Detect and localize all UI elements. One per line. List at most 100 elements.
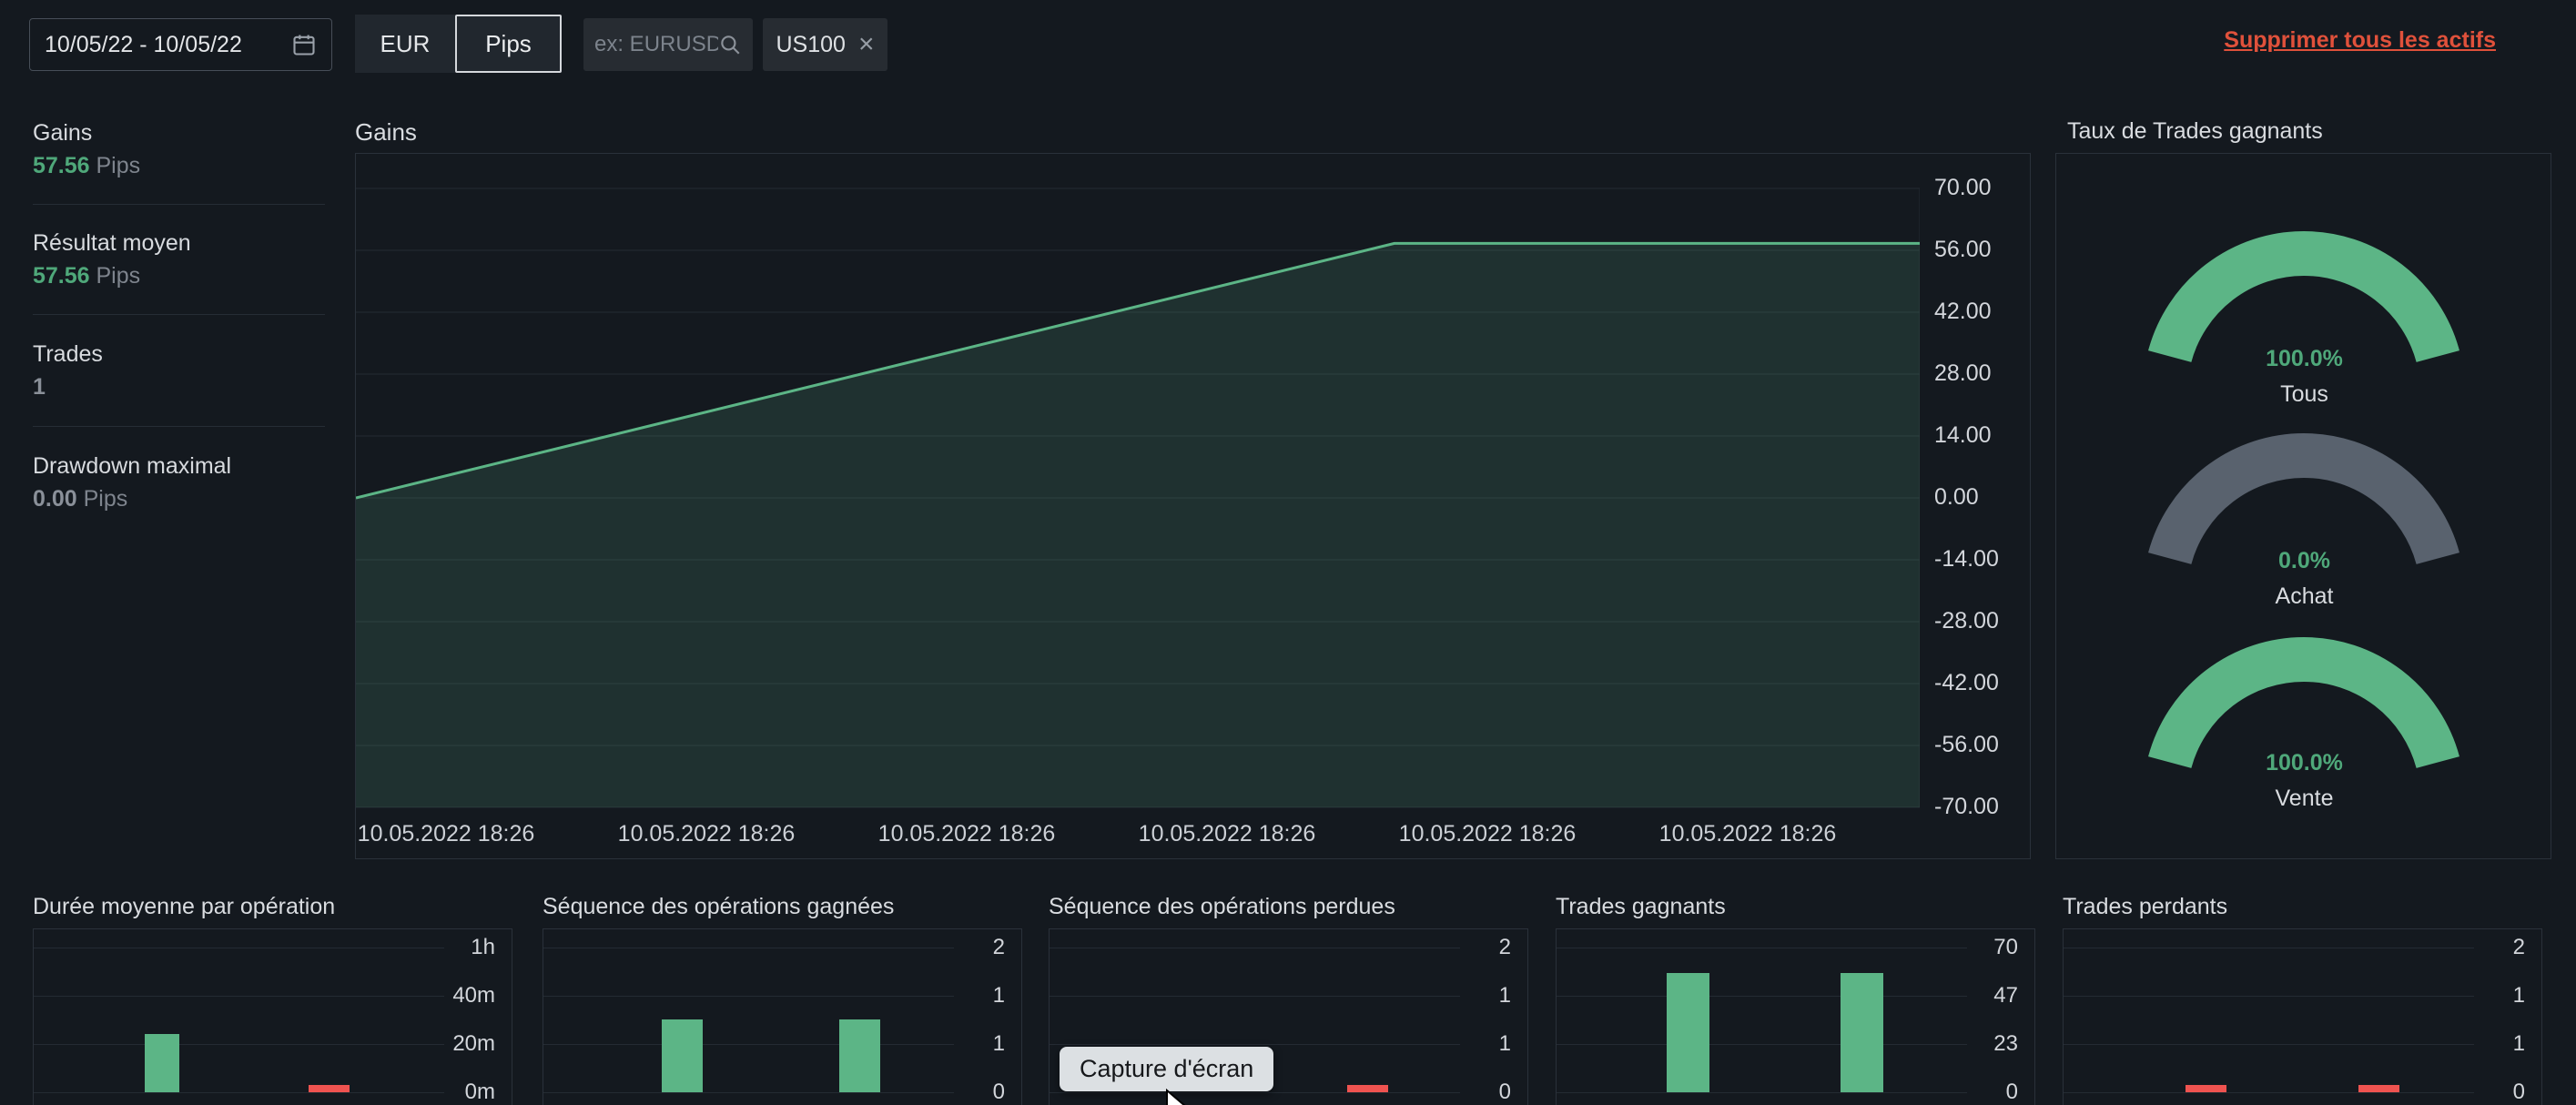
y-axis-tick: 1 [2474, 983, 2525, 1009]
mini-chart-title-winning-trades: Trades gagnants [1556, 894, 1726, 920]
gauge-label-vente: Vente [2056, 786, 2552, 812]
x-axis-tick: 10.05.2022 18:26 [358, 821, 535, 847]
gauge-value-vente: 100.0% [2056, 750, 2552, 776]
capture-tooltip: Capture d'écran [1060, 1047, 1273, 1091]
h-gridline [543, 996, 954, 997]
y-axis-tick: -14.00 [1934, 546, 1999, 573]
h-gridline [543, 1044, 954, 1045]
y-axis-tick: 0 [2474, 1080, 2525, 1105]
bar-red [2186, 1085, 2226, 1092]
y-axis-tick: 0 [1460, 1080, 1511, 1105]
asset-search-input[interactable] [594, 32, 718, 57]
stat-value-number: 1 [33, 374, 46, 400]
bar-green [839, 1019, 880, 1091]
currency-eur-button[interactable]: EUR [355, 15, 455, 73]
h-gridline [1050, 1044, 1460, 1045]
stat-value-unit: Pips [77, 486, 128, 512]
y-axis-tick: 47 [1967, 983, 2018, 1009]
bar-red [309, 1085, 350, 1092]
y-axis-tick: 0m [444, 1080, 495, 1105]
asset-chip-label: US100 [776, 32, 846, 58]
stat-value-number: 0.00 [33, 486, 77, 512]
y-axis-tick: -56.00 [1934, 732, 1999, 758]
x-axis-tick: 10.05.2022 18:26 [878, 821, 1056, 847]
y-axis-tick: 1 [1460, 1031, 1511, 1057]
mini-chart-title-losing-trades: Trades perdants [2063, 894, 2227, 920]
asset-chip-us100[interactable]: US100 × [763, 18, 887, 71]
y-axis-tick: 56.00 [1934, 237, 1992, 263]
winrate-gauges-panel: 100.0% Tous 0.0% Achat 100.0% Vente [2055, 153, 2551, 859]
stat-value: 1 [33, 374, 46, 400]
y-axis-tick: 70 [1967, 935, 2018, 960]
y-axis-tick: 1 [2474, 1031, 2525, 1057]
date-range-input[interactable]: 10/05/22 - 10/05/22 [29, 18, 332, 71]
y-axis-tick: -42.00 [1934, 670, 1999, 696]
asset-search-box[interactable] [583, 18, 753, 71]
gains-chart-panel: 70.00 56.00 42.00 28.00 14.00 0.00 -14.00 -28.0… [355, 153, 2031, 859]
mini-chart-duration: 1h 40m 20m 0m [33, 928, 512, 1105]
y-axis-tick: -70.00 [1934, 794, 1999, 820]
h-gridline [34, 996, 444, 997]
stat-label: Drawdown maximal [33, 453, 231, 480]
x-axis-tick: 10.05.2022 18:26 [1659, 821, 1837, 847]
y-axis-tick: 2 [2474, 935, 2525, 960]
stat-value: 57.56 Pips [33, 153, 140, 179]
h-gridline [543, 1092, 954, 1093]
y-axis-tick: 14.00 [1934, 422, 1992, 449]
stat-divider [33, 426, 325, 427]
bar-red [1347, 1085, 1388, 1092]
date-range-value: 10/05/22 - 10/05/22 [45, 32, 242, 58]
mini-chart-title-duration: Durée moyenne par opération [33, 894, 335, 920]
bar-green [662, 1019, 703, 1091]
y-axis-tick: 42.00 [1934, 299, 1992, 325]
stat-label: Trades [33, 341, 103, 368]
bar-green [1667, 973, 1709, 1092]
y-axis-tick: 1h [444, 935, 495, 960]
stat-value-unit: Pips [90, 153, 141, 178]
gains-area-fill [356, 243, 1920, 807]
winrate-panel-title: Taux de Trades gagnants [2067, 118, 2323, 145]
y-axis-tick: 40m [444, 983, 495, 1009]
stat-label: Gains [33, 120, 92, 147]
h-gridline [2064, 1092, 2474, 1093]
unit-pips-button-selected[interactable]: Pips [455, 15, 562, 73]
gauge-label-achat: Achat [2056, 583, 2552, 610]
y-axis-tick: 0 [954, 1080, 1005, 1105]
stat-label: Résultat moyen [33, 230, 191, 257]
bar-red [2358, 1085, 2399, 1092]
gauge-value-tous: 100.0% [2056, 346, 2552, 372]
stat-divider [33, 204, 325, 205]
y-axis-tick: 2 [954, 935, 1005, 960]
stat-value: 57.56 Pips [33, 263, 140, 289]
bar-green [1841, 973, 1883, 1092]
mini-chart-win-streak: 2 1 1 0 [543, 928, 1022, 1105]
mini-chart-losing-trades: 2 1 1 0 [2063, 928, 2542, 1105]
y-axis-tick: 20m [444, 1031, 495, 1057]
x-axis-tick: 10.05.2022 18:26 [1399, 821, 1577, 847]
h-gridline [1557, 1044, 1967, 1045]
y-axis-tick: 28.00 [1934, 360, 1992, 387]
h-gridline [2064, 1044, 2474, 1045]
clear-assets-link[interactable]: Supprimer tous les actifs [2224, 27, 2496, 54]
y-axis-tick: 1 [954, 1031, 1005, 1057]
bar-green [145, 1034, 179, 1092]
main-chart-title: Gains [355, 118, 417, 147]
mouse-cursor-icon [1165, 1089, 1196, 1105]
chip-close-icon[interactable]: × [858, 31, 875, 58]
calendar-icon[interactable] [291, 32, 317, 57]
mini-chart-title-loss-streak: Séquence des opérations perdues [1049, 894, 1395, 920]
h-gridline [34, 1044, 444, 1045]
x-axis-tick: 10.05.2022 18:26 [618, 821, 796, 847]
x-axis-tick: 10.05.2022 18:26 [1139, 821, 1316, 847]
trading-stats-dashboard: 10/05/22 - 10/05/22 EUR Pips US100 × Sup… [0, 0, 2576, 1105]
y-axis-tick: -28.00 [1934, 608, 1999, 634]
y-axis-tick: 1 [954, 983, 1005, 1009]
stat-value-unit: Pips [90, 263, 141, 289]
h-gridline [1557, 996, 1967, 997]
h-gridline [1557, 1092, 1967, 1093]
y-axis-tick: 70.00 [1934, 175, 1992, 201]
h-gridline [1050, 996, 1460, 997]
search-icon [718, 33, 742, 56]
stat-value: 0.00 Pips [33, 486, 127, 512]
y-axis-tick: 0.00 [1934, 484, 1979, 511]
